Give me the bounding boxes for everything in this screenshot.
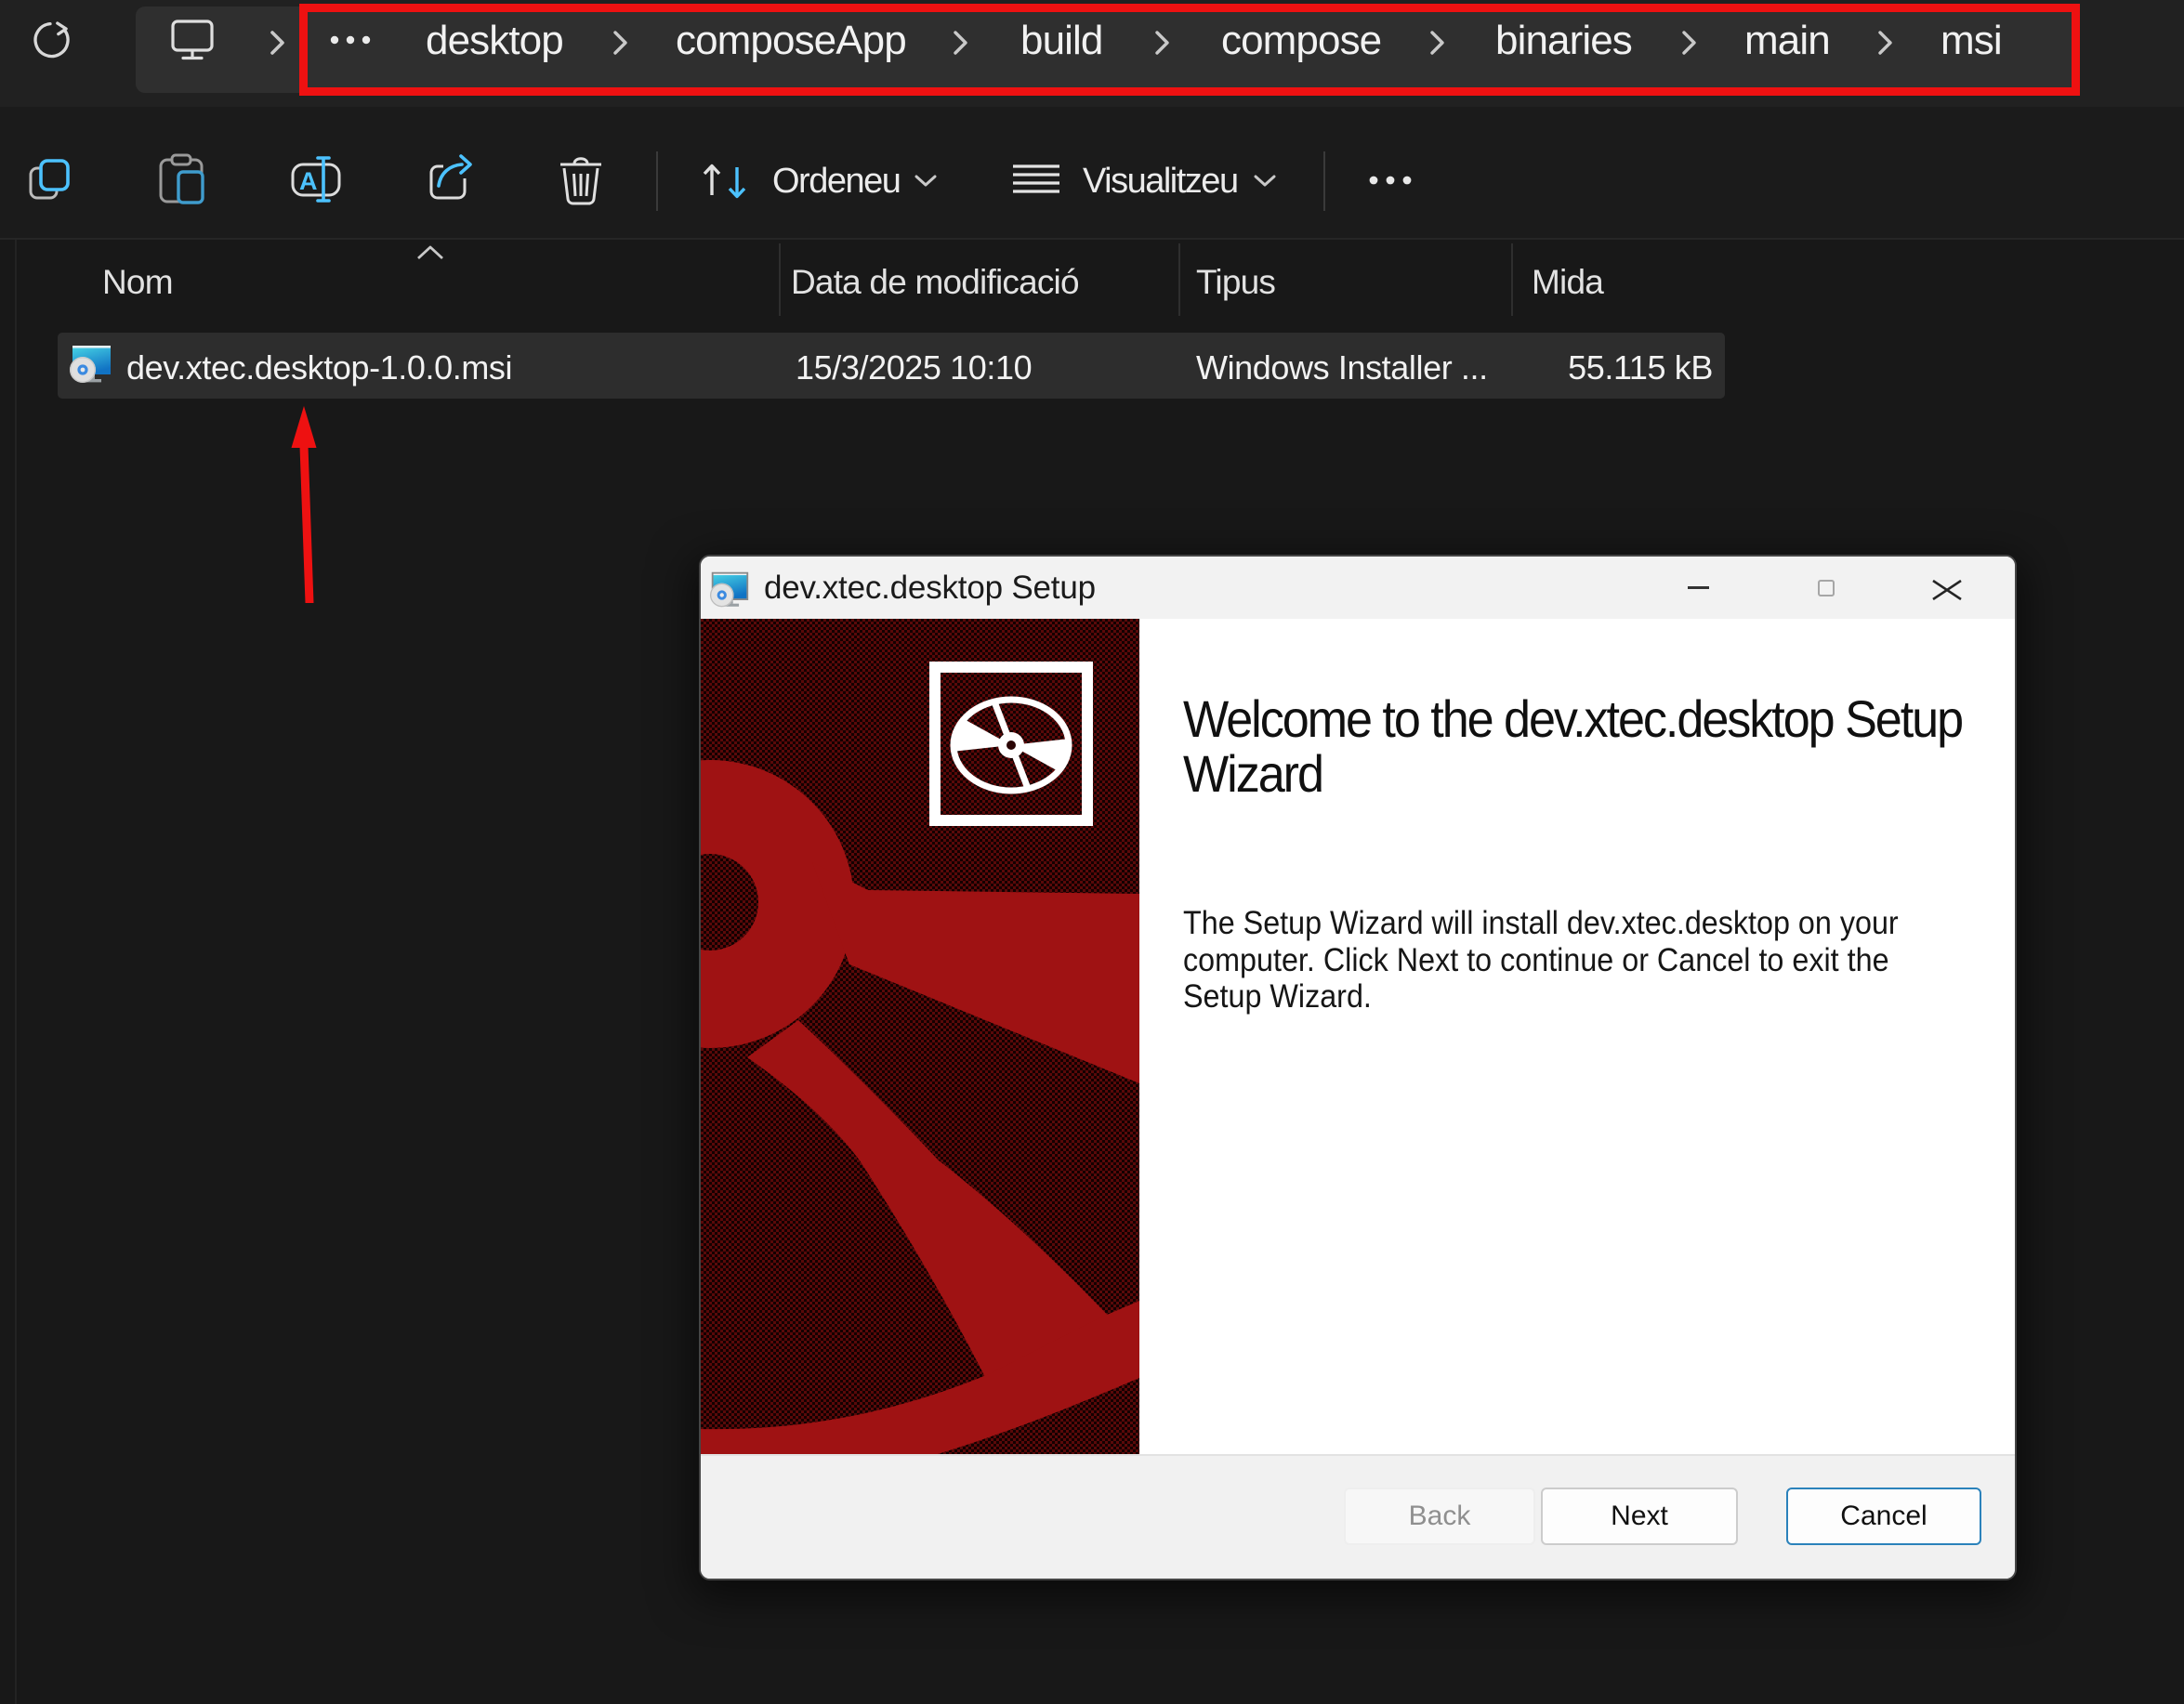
svg-text:A: A (299, 167, 318, 195)
